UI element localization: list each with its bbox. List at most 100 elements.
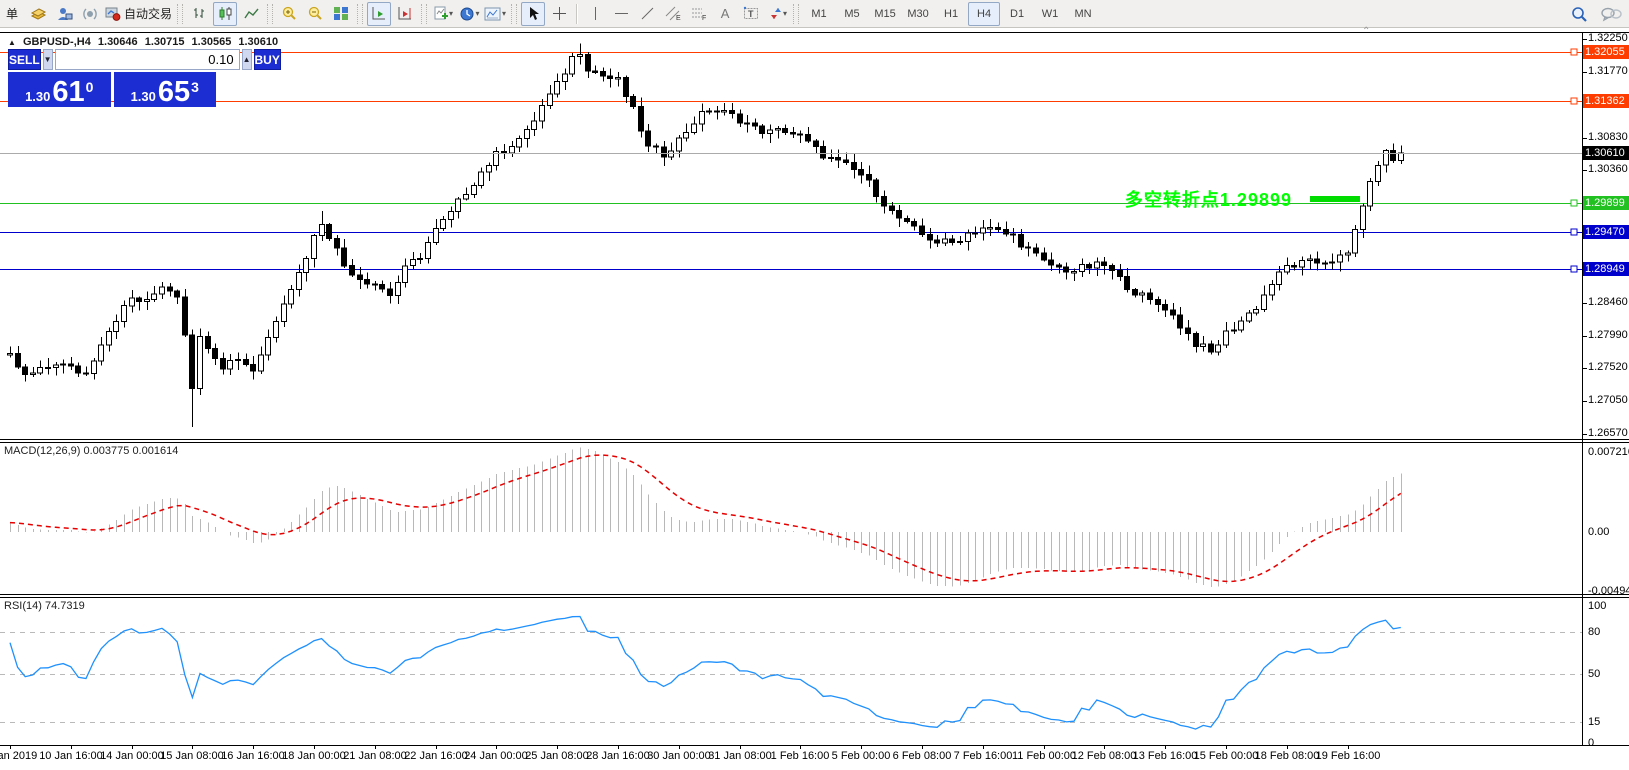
time-tick <box>132 745 133 749</box>
time-axis-label: 28 Jan 16:00 <box>586 750 650 762</box>
time-axis-label: 7 Feb 16:00 <box>954 750 1013 762</box>
macd-axis-label: 0.007216 <box>1588 446 1629 458</box>
time-tick <box>1104 745 1105 749</box>
time-axis-label: 31 Jan 08:00 <box>708 750 772 762</box>
price-tick-label: 1.30830 <box>1588 131 1628 143</box>
price-tick-label: 1.31770 <box>1588 65 1628 77</box>
price-tick-label: 1.32250 <box>1588 32 1628 44</box>
time-tick <box>800 745 801 749</box>
time-tick <box>436 745 437 749</box>
time-axis-label: 9 Jan 2019 <box>0 750 37 762</box>
level-price-label: 1.29899 <box>1583 196 1629 210</box>
time-tick <box>10 745 11 749</box>
price-tick <box>1582 434 1587 435</box>
time-axis-label: 5 Feb 00:00 <box>832 750 891 762</box>
sell-button[interactable]: SELL <box>8 49 41 70</box>
sell-price-base: 1.30 <box>25 89 50 104</box>
time-tick <box>1165 745 1166 749</box>
price-tick-label: 1.27520 <box>1588 361 1628 373</box>
time-axis-label: 15 Feb 00:00 <box>1194 750 1259 762</box>
buy-price-base: 1.30 <box>131 89 156 104</box>
time-axis-label: 18 Feb 08:00 <box>1255 750 1320 762</box>
time-tick <box>375 745 376 749</box>
time-tick <box>679 745 680 749</box>
time-axis-label: 10 Jan 16:00 <box>39 750 103 762</box>
chart-top-border <box>0 32 1629 33</box>
time-axis-label: 13 Feb 16:00 <box>1133 750 1198 762</box>
volume-decrease-button[interactable]: ▼ <box>43 49 53 70</box>
chart-shift-marker[interactable]: ⌃ <box>1362 28 1372 36</box>
time-tick <box>740 745 741 749</box>
price-tick <box>1582 336 1587 337</box>
volume-increase-button[interactable]: ▲ <box>242 49 252 70</box>
price-tick-label: 1.27050 <box>1588 394 1628 406</box>
time-tick <box>922 745 923 749</box>
time-tick <box>496 745 497 749</box>
time-tick <box>1287 745 1288 749</box>
time-tick <box>983 745 984 749</box>
time-axis-border <box>0 745 1629 746</box>
time-axis-label: 30 Jan 00:00 <box>647 750 711 762</box>
time-axis-label: 18 Jan 00:00 <box>282 750 346 762</box>
sell-price-pips: 61 <box>52 80 84 104</box>
one-click-trading-panel: SELL ▼ ▲ BUY 1.30 61 0 1.30 65 3 <box>8 49 216 107</box>
level-price-label: 1.31362 <box>1583 94 1629 108</box>
time-axis-label: 24 Jan 00:00 <box>464 750 528 762</box>
time-axis-label: 19 Feb 16:00 <box>1316 750 1381 762</box>
rsi-axis-label: 50 <box>1588 668 1600 680</box>
price-tick-label: 1.28460 <box>1588 296 1628 308</box>
rsi-label: RSI(14) 74.7319 <box>4 600 85 612</box>
time-axis-label: 25 Jan 08:00 <box>525 750 589 762</box>
mt4-terminal: 单 自动交易 <box>0 0 1629 770</box>
time-tick <box>1044 745 1045 749</box>
pane-separator[interactable] <box>0 439 1629 440</box>
time-axis-label: 14 Jan 00:00 <box>100 750 164 762</box>
sell-price-point: 0 <box>86 82 94 92</box>
time-axis-label: 6 Feb 08:00 <box>893 750 952 762</box>
price-tick <box>1582 170 1587 171</box>
rsi-axis-label: 80 <box>1588 626 1600 638</box>
price-tick <box>1582 138 1587 139</box>
buy-price-pips: 65 <box>158 80 190 104</box>
pane-separator[interactable] <box>0 442 1629 443</box>
rsi-axis-label: 15 <box>1588 716 1600 728</box>
macd-axis-label: 0.00 <box>1588 526 1609 538</box>
time-tick <box>1226 745 1227 749</box>
time-axis-label: 12 Feb 08:00 <box>1072 750 1137 762</box>
price-tick <box>1582 368 1587 369</box>
time-tick <box>253 745 254 749</box>
volume-input[interactable] <box>55 49 240 70</box>
green-line-segment[interactable] <box>1310 196 1360 202</box>
buy-button[interactable]: BUY <box>254 49 281 70</box>
chat-icon[interactable] <box>1599 2 1623 26</box>
time-axis-label: 11 Feb 00:00 <box>1012 750 1076 762</box>
time-tick <box>618 745 619 749</box>
pane-separator[interactable] <box>0 594 1629 595</box>
price-tick <box>1582 72 1587 73</box>
price-tick-label: 1.30360 <box>1588 163 1628 175</box>
time-tick <box>557 745 558 749</box>
rsi-axis-label: 100 <box>1588 600 1606 612</box>
current-price-label: 1.30610 <box>1583 146 1629 160</box>
sell-price-panel[interactable]: 1.30 61 0 <box>8 72 111 107</box>
time-tick <box>861 745 862 749</box>
chart-canvas[interactable] <box>0 0 1582 770</box>
price-tick-label: 1.26570 <box>1588 427 1628 439</box>
price-tick <box>1582 401 1587 402</box>
pane-separator[interactable] <box>0 597 1629 598</box>
time-axis-label: 16 Jan 16:00 <box>221 750 285 762</box>
buy-price-point: 3 <box>191 82 199 92</box>
price-tick <box>1582 303 1587 304</box>
price-tick <box>1582 39 1587 40</box>
level-price-label: 1.29470 <box>1583 225 1629 239</box>
price-tick-label: 1.27990 <box>1588 329 1628 341</box>
level-price-label: 1.28949 <box>1583 262 1629 276</box>
level-price-label: 1.32055 <box>1583 45 1629 59</box>
price-annotation-text[interactable]: 多空转折点1.29899 <box>1020 186 1292 212</box>
time-axis-label: 21 Jan 08:00 <box>343 750 407 762</box>
macd-axis-label: -0.004943 <box>1588 585 1629 597</box>
time-tick <box>71 745 72 749</box>
time-tick <box>314 745 315 749</box>
buy-price-panel[interactable]: 1.30 65 3 <box>114 72 217 107</box>
time-axis-label: 15 Jan 08:00 <box>160 750 224 762</box>
